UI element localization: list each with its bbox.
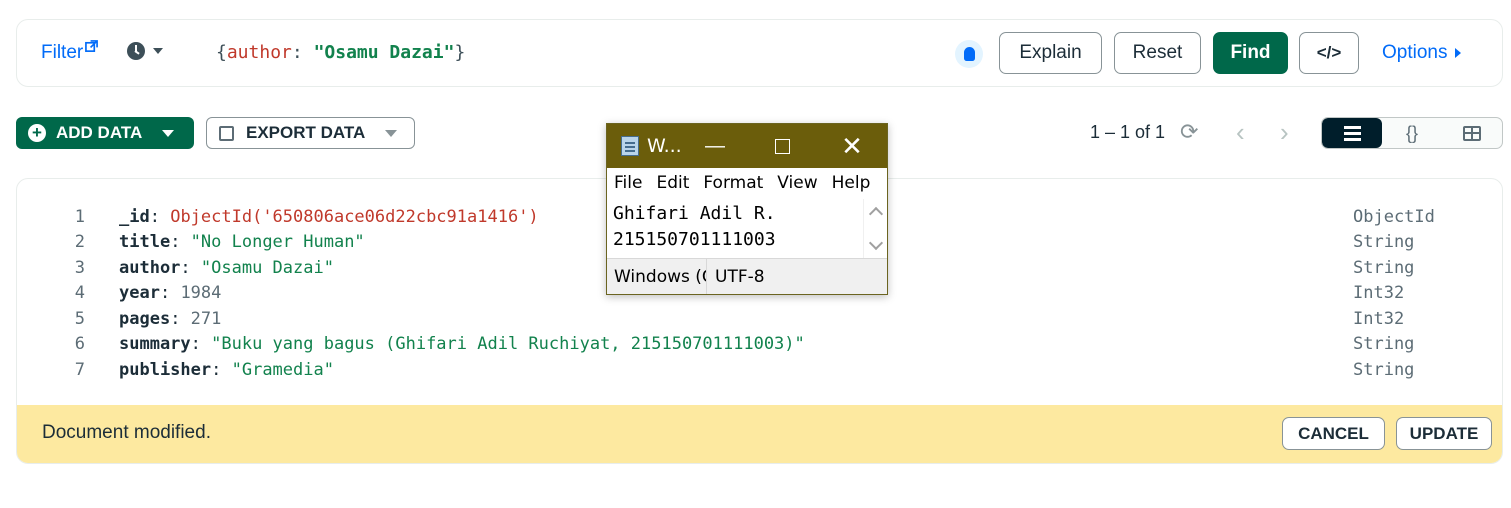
update-button[interactable]: UPDATE: [1396, 417, 1492, 450]
document-line[interactable]: 5 pages: 271 Int32: [17, 307, 1502, 332]
table-view-icon[interactable]: [1442, 118, 1502, 148]
field-type[interactable]: String: [1353, 256, 1414, 281]
menu-edit[interactable]: Edit: [656, 173, 689, 193]
notepad-text-line: Ghifari Adil R.: [613, 203, 776, 224]
options-toggle[interactable]: Options: [1382, 42, 1462, 64]
line-number: 4: [74, 283, 85, 303]
scroll-down-icon[interactable]: [868, 235, 884, 251]
export-data-label: EXPORT DATA: [246, 123, 366, 142]
line-number: 5: [74, 309, 85, 329]
field-key[interactable]: publisher: [119, 360, 211, 380]
view-switcher: {}: [1321, 117, 1503, 149]
field-value[interactable]: "Buku yang bagus (Ghifari Adil Ruchiyat,…: [211, 334, 805, 354]
field-value[interactable]: "No Longer Human": [191, 232, 365, 252]
menu-view[interactable]: View: [777, 173, 817, 193]
explain-button[interactable]: Explain: [999, 32, 1102, 74]
field-type[interactable]: String: [1353, 230, 1414, 255]
lightbulb-icon[interactable]: [955, 40, 983, 68]
plus-circle-icon: +: [28, 124, 46, 142]
chevron-down-icon: [162, 129, 175, 137]
filter-query-input[interactable]: {author: "Osamu Dazai"}: [216, 42, 465, 63]
reset-button[interactable]: Reset: [1114, 32, 1201, 74]
line-number: 2: [74, 232, 85, 252]
query-brace-open: {: [216, 42, 227, 63]
field-value[interactable]: 1984: [180, 283, 221, 303]
notepad-title-bar[interactable]: W... — ✕: [607, 124, 887, 168]
menu-format[interactable]: Format: [703, 173, 763, 193]
menu-file[interactable]: File: [614, 173, 642, 193]
filter-label[interactable]: Filter: [41, 42, 83, 64]
external-link-icon: [85, 40, 99, 52]
notepad-window: W... — ✕ File Edit Format View Help Ghif…: [606, 123, 888, 295]
chevron-down-icon: [153, 48, 163, 54]
query-value: "Osamu Dazai": [313, 42, 455, 63]
chevron-right-icon: [1455, 48, 1462, 58]
filter-link[interactable]: Filter: [41, 40, 99, 64]
menu-help[interactable]: Help: [832, 173, 871, 193]
query-key: author: [226, 42, 292, 63]
refresh-icon[interactable]: ⟳: [1180, 121, 1198, 143]
notepad-text[interactable]: Ghifari Adil R. 215150701111003: [613, 201, 776, 253]
field-value[interactable]: 271: [191, 309, 222, 329]
clock-icon: [127, 42, 145, 60]
line-number: 3: [74, 258, 85, 278]
previous-page-button[interactable]: ‹: [1236, 118, 1245, 146]
document-line[interactable]: 7 publisher: "Gramedia" String: [17, 358, 1502, 383]
find-button[interactable]: Find: [1213, 32, 1288, 74]
next-page-button[interactable]: ›: [1280, 118, 1289, 146]
query-colon: :: [291, 42, 314, 63]
field-key[interactable]: pages: [119, 309, 170, 329]
export-icon: [219, 125, 234, 141]
cancel-button[interactable]: CANCEL: [1282, 417, 1385, 450]
pagination-text: 1 – 1 of 1: [1090, 122, 1166, 142]
notepad-text-line: 215150701111003: [613, 229, 776, 250]
minimize-button[interactable]: —: [692, 124, 738, 168]
filter-bar: Filter {author: "Osamu Dazai"} Explain R…: [16, 19, 1503, 87]
field-type[interactable]: Int32: [1353, 281, 1404, 306]
field-key[interactable]: _id: [119, 207, 150, 227]
field-type[interactable]: String: [1353, 358, 1414, 383]
notepad-status-bar: Windows (C UTF-8: [607, 258, 887, 294]
options-label[interactable]: Options: [1382, 42, 1447, 64]
field-key[interactable]: author: [119, 258, 180, 278]
add-data-button[interactable]: + ADD DATA: [16, 117, 194, 149]
close-button[interactable]: ✕: [829, 124, 875, 168]
notepad-title: W...: [647, 135, 682, 157]
notepad-icon: [621, 136, 639, 156]
query-history-button[interactable]: [127, 42, 163, 60]
add-data-label: ADD DATA: [56, 123, 143, 142]
code-generation-button[interactable]: </>: [1299, 32, 1359, 74]
maximize-button[interactable]: [759, 124, 805, 168]
notepad-text-area[interactable]: Ghifari Adil R. 215150701111003: [607, 198, 887, 260]
export-data-button[interactable]: EXPORT DATA: [206, 117, 415, 149]
field-value[interactable]: ObjectId('650806ace06d22cbc91a1416'): [170, 207, 538, 227]
document-line[interactable]: 6 summary: "Buku yang bagus (Ghifari Adi…: [17, 332, 1502, 357]
field-key[interactable]: year: [119, 283, 160, 303]
chevron-down-icon: [385, 129, 398, 137]
modified-message: Document modified.: [42, 422, 211, 443]
list-view-icon[interactable]: [1322, 118, 1382, 148]
field-type[interactable]: ObjectId: [1353, 205, 1435, 230]
query-brace-close: }: [454, 42, 466, 63]
json-view-icon[interactable]: {}: [1382, 118, 1442, 148]
notepad-menu-bar: File Edit Format View Help: [607, 168, 887, 198]
field-value[interactable]: "Osamu Dazai": [201, 258, 334, 278]
field-value[interactable]: "Gramedia": [232, 360, 334, 380]
document-modified-banner: Document modified. CANCEL UPDATE: [17, 405, 1502, 463]
maximize-icon: [774, 138, 790, 154]
status-encoding: UTF-8: [715, 266, 765, 287]
field-type[interactable]: String: [1353, 332, 1414, 357]
field-type[interactable]: Int32: [1353, 307, 1404, 332]
line-number: 1: [74, 207, 85, 227]
scroll-up-icon[interactable]: [868, 206, 884, 222]
line-number: 6: [74, 334, 85, 354]
field-key[interactable]: title: [119, 232, 170, 252]
field-key[interactable]: summary: [119, 334, 191, 354]
line-number: 7: [74, 360, 85, 380]
notepad-scrollbar[interactable]: [863, 199, 887, 260]
status-line-ending: Windows (C: [607, 259, 707, 294]
